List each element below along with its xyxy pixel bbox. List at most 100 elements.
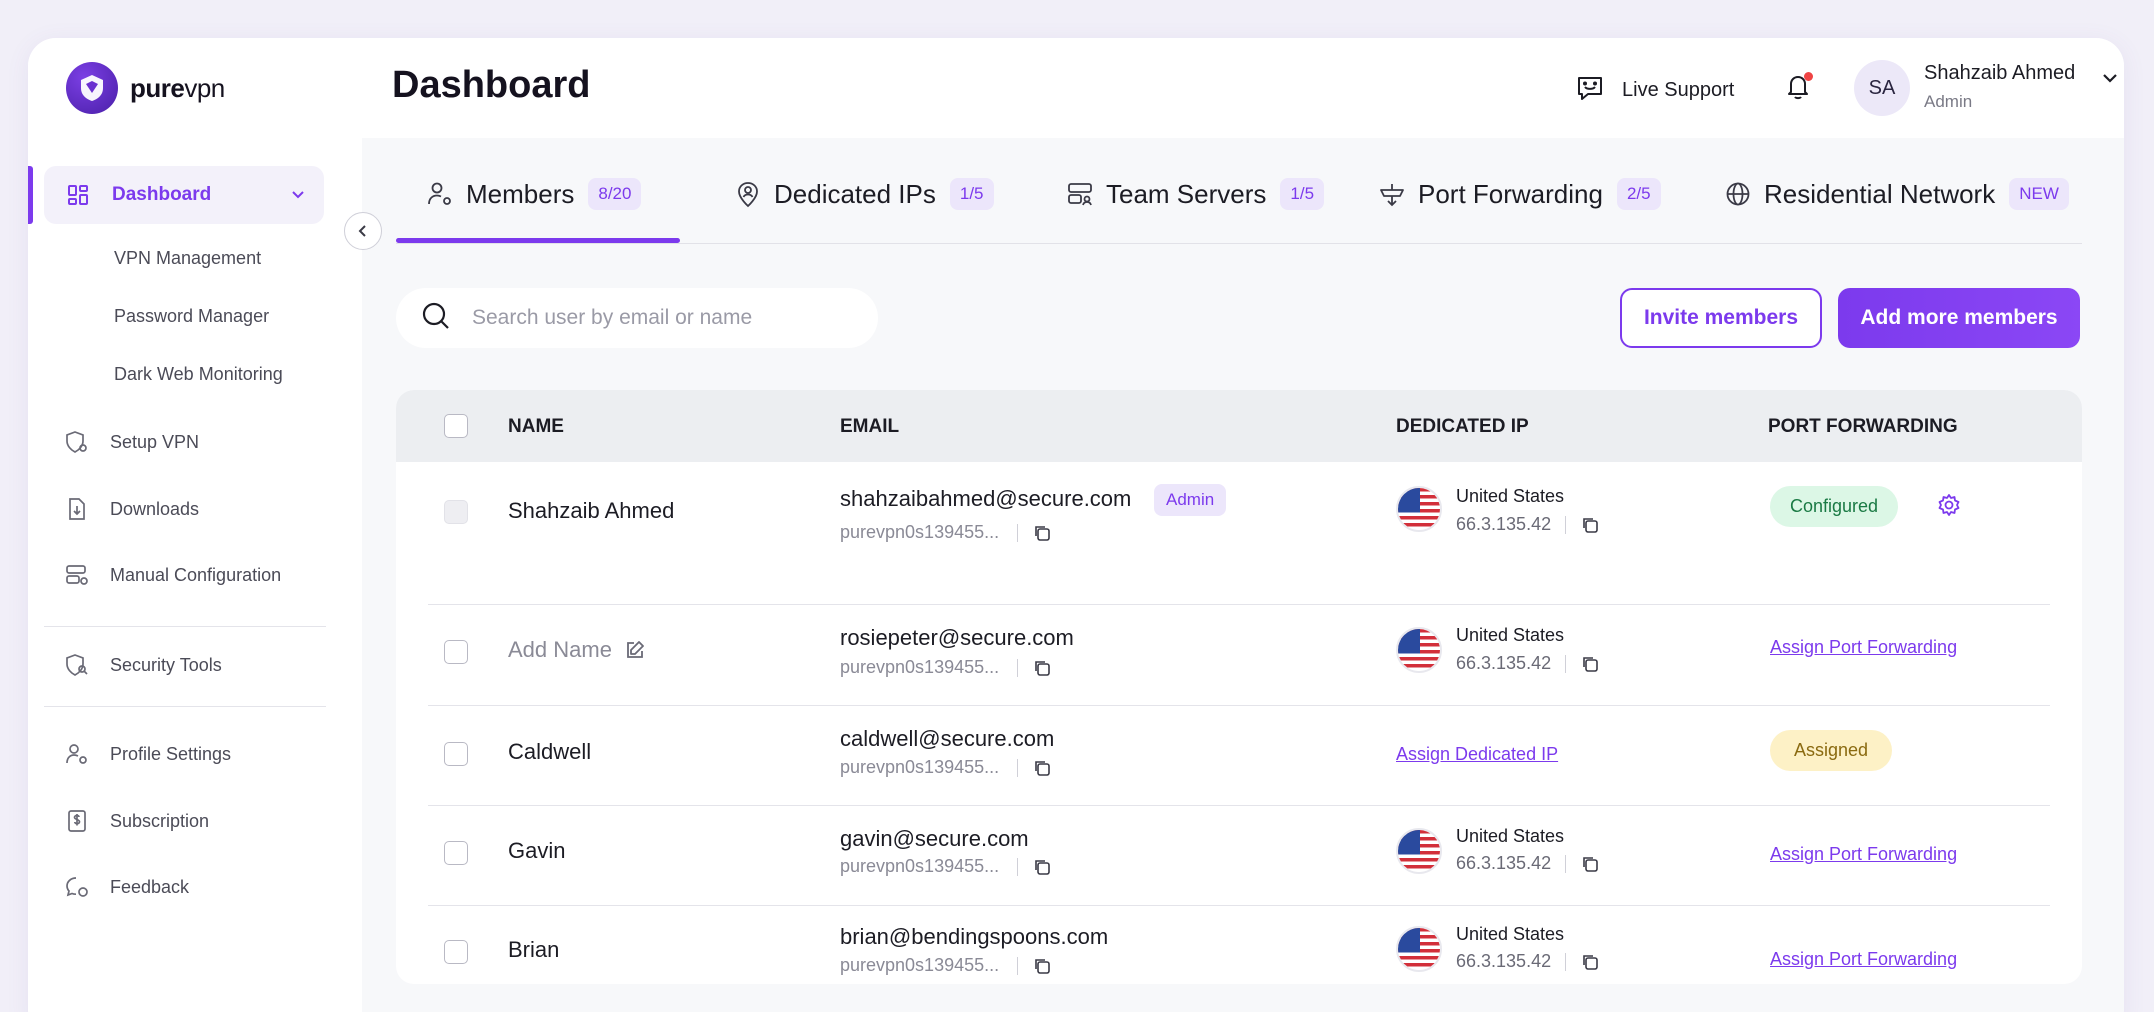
- member-email: brian@bendingspoons.com: [840, 924, 1109, 949]
- tab-port-forwarding[interactable]: Port Forwarding 2/5: [1378, 178, 1661, 210]
- invite-members-button[interactable]: Invite members: [1620, 288, 1822, 348]
- table-row[interactable]: Brian brian@bendingspoons.com purevpn0s1…: [396, 906, 2082, 984]
- member-email: rosiepeter@secure.com: [840, 625, 1074, 650]
- column-header-port-forwarding: PORT FORWARDING: [1768, 416, 1958, 437]
- table-row[interactable]: Add Name rosiepeter@secure.com purevpn0s…: [396, 605, 2082, 705]
- ip-text: 66.3.135.42: [1456, 951, 1552, 971]
- sidebar-item-label: Security Tools: [110, 654, 222, 675]
- tab-label: Dedicated IPs: [774, 178, 936, 209]
- sidebar-subitem-password-manager[interactable]: Password Manager: [114, 306, 269, 327]
- copy-icon[interactable]: [1580, 515, 1600, 535]
- tab-label: Team Servers: [1106, 178, 1267, 209]
- copy-icon[interactable]: [1032, 956, 1052, 976]
- sidebar-item-feedback[interactable]: Feedback: [64, 867, 324, 907]
- us-flag-icon: [1396, 828, 1442, 874]
- active-indicator: [28, 166, 33, 224]
- row-checkbox[interactable]: [444, 841, 468, 865]
- user-role: Admin: [1924, 92, 1973, 111]
- member-name: Caldwell: [508, 739, 592, 764]
- search-icon: [420, 300, 452, 337]
- sidebar-item-label: Downloads: [110, 498, 200, 519]
- tab-dedicated-ips[interactable]: Dedicated IPs 1/5: [734, 178, 994, 210]
- brand-name: purevpn: [130, 72, 225, 103]
- ip-address: 66.3.135.42: [1456, 951, 1600, 972]
- notification-dot: [1804, 72, 1813, 81]
- tab-count-badge: 2/5: [1616, 178, 1661, 210]
- select-all-checkbox[interactable]: [444, 414, 468, 438]
- assign-port-forwarding-link[interactable]: Assign Port Forwarding: [1770, 949, 1957, 970]
- team-server-icon: [1068, 183, 1092, 206]
- search-bar[interactable]: [396, 288, 878, 348]
- brand-logo[interactable]: purevpn: [66, 62, 225, 114]
- table-row[interactable]: Gavin gavin@secure.com purevpn0s139455..…: [396, 806, 2082, 906]
- sidebar-item-downloads[interactable]: Downloads: [64, 489, 324, 529]
- copy-icon[interactable]: [1032, 857, 1052, 877]
- sidebar-item-manual-configuration[interactable]: Manual Configuration: [64, 555, 324, 595]
- table-row[interactable]: Shahzaib Ahmed shahzaibahmed@secure.com …: [396, 462, 2082, 568]
- row-checkbox: [444, 500, 468, 524]
- copy-icon[interactable]: [1032, 523, 1052, 543]
- username-text: purevpn0s139455...: [840, 856, 1000, 876]
- ip-address: 66.3.135.42: [1456, 653, 1600, 674]
- search-input[interactable]: [472, 306, 832, 330]
- tab-members[interactable]: Members 8/20: [426, 178, 642, 210]
- ip-text: 66.3.135.42: [1456, 653, 1552, 673]
- sidebar-item-security-tools[interactable]: Security Tools: [64, 645, 324, 685]
- user-menu-chevron[interactable]: [2100, 68, 2120, 93]
- purevpn-logo-icon: [66, 62, 118, 114]
- ip-country: United States: [1456, 486, 1565, 506]
- ip-country: United States: [1456, 826, 1565, 846]
- copy-icon[interactable]: [1032, 758, 1052, 778]
- ip-text: 66.3.135.42: [1456, 853, 1552, 873]
- sidebar-item-label: Manual Configuration: [110, 564, 282, 585]
- edit-pencil-icon[interactable]: [624, 639, 646, 661]
- divider: [1017, 658, 1019, 677]
- column-header-name: NAME: [508, 416, 564, 437]
- tab-team-servers[interactable]: Team Servers 1/5: [1066, 178, 1325, 210]
- assign-port-forwarding-link[interactable]: Assign Port Forwarding: [1770, 637, 1957, 658]
- us-flag-icon: [1396, 486, 1442, 532]
- live-support-button[interactable]: Live Support: [1574, 72, 1734, 109]
- add-more-members-button[interactable]: Add more members: [1838, 288, 2080, 348]
- assign-port-forwarding-link[interactable]: Assign Port Forwarding: [1770, 844, 1957, 865]
- tab-count-badge: 8/20: [588, 178, 642, 210]
- column-header-email: EMAIL: [840, 416, 900, 437]
- member-email: gavin@secure.com: [840, 826, 1029, 851]
- column-header-dedicated-ip: DEDICATED IP: [1396, 416, 1529, 437]
- row-checkbox[interactable]: [444, 940, 468, 964]
- copy-icon[interactable]: [1580, 854, 1600, 874]
- divider: [1017, 758, 1019, 777]
- sidebar-item-setup-vpn[interactable]: Setup VPN: [64, 422, 324, 462]
- copy-icon[interactable]: [1580, 654, 1600, 674]
- user-name[interactable]: Shahzaib Ahmed: [1924, 62, 2075, 85]
- divider: [1565, 654, 1567, 673]
- tab-label: Members: [466, 178, 575, 209]
- sidebar-item-dashboard[interactable]: Dashboard: [28, 166, 324, 224]
- sidebar-item-label: Dashboard: [112, 184, 212, 205]
- notifications-button[interactable]: [1782, 70, 1814, 107]
- copy-icon[interactable]: [1032, 658, 1052, 678]
- gear-icon[interactable]: [1936, 492, 1962, 523]
- add-name-field[interactable]: Add Name: [508, 637, 646, 663]
- member-email: caldwell@secure.com: [840, 726, 1055, 751]
- row-checkbox[interactable]: [444, 640, 468, 664]
- globe-icon: [1726, 182, 1750, 206]
- sidebar-item-profile-settings[interactable]: Profile Settings: [64, 734, 324, 774]
- tab-count-badge: 1/5: [1280, 178, 1325, 210]
- avatar[interactable]: SA: [1854, 60, 1910, 116]
- chevron-down-icon: [290, 186, 306, 207]
- copy-icon[interactable]: [1580, 952, 1600, 972]
- row-checkbox[interactable]: [444, 742, 468, 766]
- member-username: purevpn0s139455...: [840, 856, 1052, 877]
- sidebar-item-subscription[interactable]: Subscription: [64, 801, 324, 841]
- tab-residential-network[interactable]: Residential Network NEW: [1724, 178, 2069, 210]
- assign-dedicated-ip-link[interactable]: Assign Dedicated IP: [1396, 744, 1558, 765]
- sidebar-collapse-button[interactable]: [344, 212, 382, 250]
- tab-label: Port Forwarding: [1418, 178, 1603, 209]
- sidebar-subitem-dark-web-monitoring[interactable]: Dark Web Monitoring: [114, 364, 283, 385]
- table-row[interactable]: Caldwell caldwell@secure.com purevpn0s13…: [396, 706, 2082, 806]
- page-title: Dashboard: [392, 64, 591, 106]
- chat-support-icon: [1574, 72, 1606, 109]
- sidebar-subitem-vpn-management[interactable]: VPN Management: [114, 248, 261, 269]
- sidebar-item-label: Setup VPN: [110, 431, 200, 452]
